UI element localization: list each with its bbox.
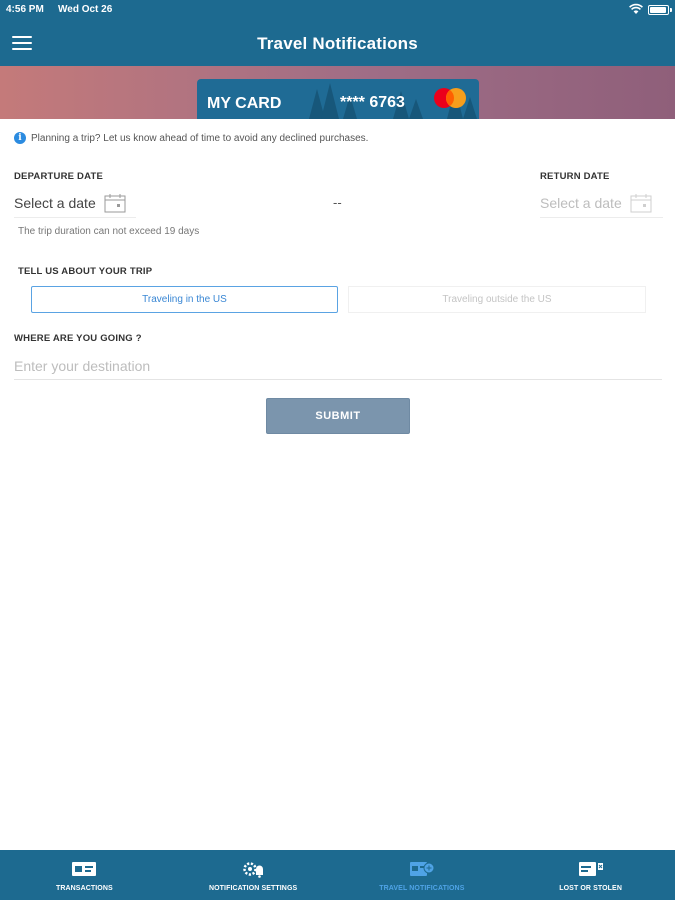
tab-transactions[interactable]: TRANSACTIONS xyxy=(0,850,169,900)
travel-notifications-icon xyxy=(409,862,435,876)
toggle-traveling-outside-us[interactable]: Traveling outside the US xyxy=(348,286,646,313)
trip-duration-note: The trip duration can not exceed 19 days xyxy=(18,226,200,237)
info-message: i Planning a trip? Let us know ahead of … xyxy=(14,132,368,144)
card-name: MY CARD xyxy=(207,95,282,112)
tab-label: TRANSACTIONS xyxy=(55,885,113,892)
card-banner: MY CARD **** 6763 xyxy=(0,66,675,119)
calendar-icon[interactable] xyxy=(104,193,126,213)
status-time: 4:56 PM xyxy=(6,4,44,15)
tab-label: TRAVEL NOTIFICATIONS xyxy=(379,885,465,892)
status-bar: 4:56 PM Wed Oct 26 xyxy=(0,0,675,20)
toggle-traveling-in-us[interactable]: Traveling in the US xyxy=(31,286,338,313)
tab-label: NOTIFICATION SETTINGS xyxy=(208,885,298,892)
calendar-icon[interactable] xyxy=(630,193,652,213)
departure-date-field[interactable]: Select a date xyxy=(14,188,136,218)
departure-date-label: DEPARTURE DATE xyxy=(14,171,104,182)
info-icon: i xyxy=(14,132,26,144)
tab-notification-settings[interactable]: NOTIFICATION SETTINGS xyxy=(169,850,338,900)
notification-settings-icon xyxy=(243,862,264,878)
info-text: Planning a trip? Let us know ahead of ti… xyxy=(31,132,369,144)
mastercard-logo xyxy=(434,88,466,108)
departure-date-placeholder: Select a date xyxy=(14,194,96,211)
bottom-tab-bar: TRANSACTIONS NOTIFICATION SETTINGS TRAVE… xyxy=(0,850,675,900)
battery-icon xyxy=(648,5,672,15)
lost-or-stolen-icon xyxy=(578,862,603,876)
card-number: **** 6763 xyxy=(340,94,405,111)
return-date-field[interactable]: Select a date xyxy=(540,188,663,218)
tab-travel-notifications[interactable]: TRAVEL NOTIFICATIONS xyxy=(338,850,507,900)
app-header: Travel Notifications xyxy=(0,20,675,66)
status-date: Wed Oct 26 xyxy=(58,4,113,15)
trip-type-label: TELL US ABOUT YOUR TRIP xyxy=(18,266,153,277)
transactions-icon xyxy=(72,862,97,876)
return-date-label: RETURN DATE xyxy=(540,171,610,182)
submit-button[interactable]: SUBMIT xyxy=(266,398,410,434)
destination-input[interactable] xyxy=(14,352,662,380)
tab-lost-or-stolen[interactable]: LOST OR STOLEN xyxy=(506,850,675,900)
date-separator: -- xyxy=(333,195,342,210)
tab-label: LOST OR STOLEN xyxy=(559,885,622,892)
wifi-icon xyxy=(629,3,643,14)
return-date-placeholder: Select a date xyxy=(540,194,622,211)
card-preview[interactable]: MY CARD **** 6763 xyxy=(197,79,479,119)
page-title: Travel Notifications xyxy=(257,34,418,53)
destination-label: WHERE ARE YOU GOING ? xyxy=(14,333,142,344)
